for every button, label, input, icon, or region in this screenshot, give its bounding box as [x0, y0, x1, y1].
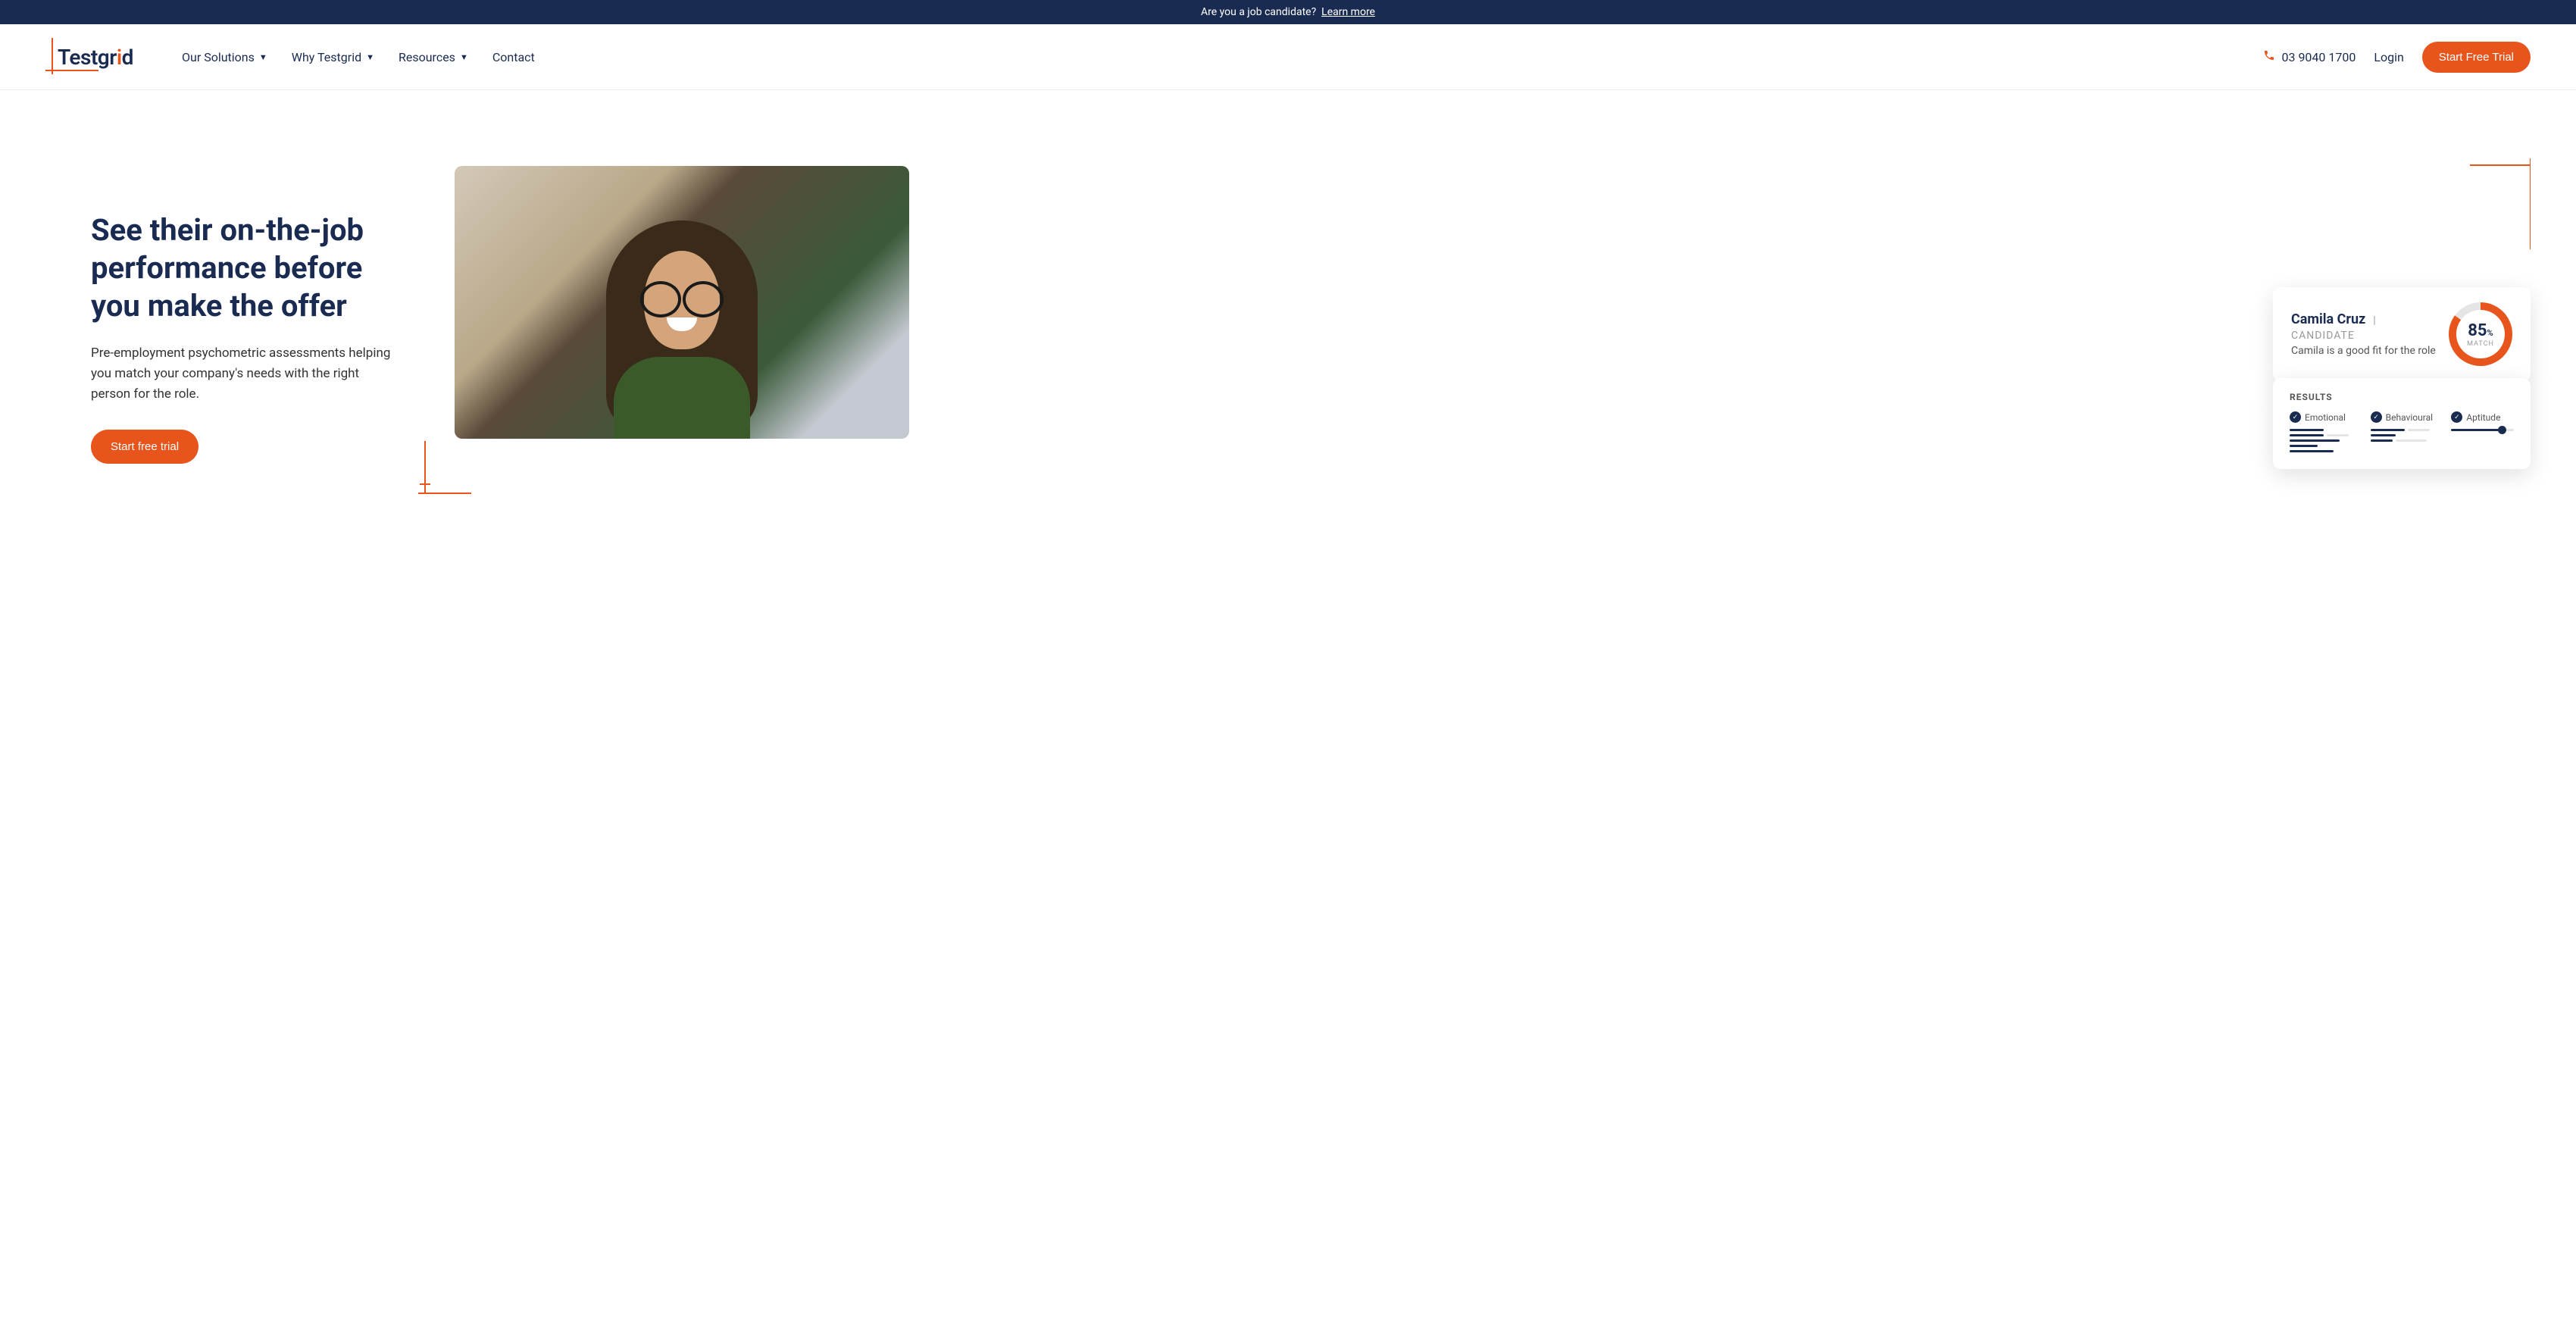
aptitude-slider: [2451, 429, 2514, 431]
nav-label: Why Testgrid: [292, 50, 361, 64]
candidate-info: Camila Cruz | CANDIDATE Camila is a good…: [2291, 311, 2437, 357]
phone-icon: [2263, 49, 2275, 64]
hero-visual: Camila Cruz | CANDIDATE Camila is a good…: [455, 166, 2485, 464]
hero-start-free-trial-button[interactable]: Start free trial: [91, 430, 199, 464]
nav-label: Contact: [492, 50, 535, 64]
chevron-down-icon: ▼: [259, 52, 267, 62]
results-card: RESULTS ✓ Emotional: [2273, 378, 2531, 469]
candidate-photo: [455, 166, 909, 439]
hero-title: See their on-the-job performance before …: [91, 211, 409, 325]
hero-content: See their on-the-job performance before …: [91, 166, 409, 464]
result-behavioural: ✓ Behavioural: [2371, 411, 2434, 455]
result-emotional: ✓ Emotional: [2290, 411, 2352, 455]
nav-resources[interactable]: Resources ▼: [399, 50, 468, 64]
nav-contact[interactable]: Contact: [492, 50, 535, 64]
nav-label: Resources: [399, 50, 455, 64]
result-label: Behavioural: [2386, 412, 2433, 423]
phone-number: 03 9040 1700: [2281, 50, 2356, 64]
nav-label: Our Solutions: [182, 50, 255, 64]
chevron-down-icon: ▼: [460, 52, 468, 62]
result-aptitude: ✓ Aptitude: [2451, 411, 2514, 455]
banner-text: Are you a job candidate?: [1201, 6, 1316, 18]
main-nav: Our Solutions ▼ Why Testgrid ▼ Resources…: [182, 50, 535, 64]
check-icon: ✓: [2371, 411, 2382, 423]
result-label: Emotional: [2305, 412, 2346, 423]
banner-link[interactable]: Learn more: [1321, 6, 1375, 18]
hero-section: See their on-the-job performance before …: [0, 90, 2576, 509]
top-banner: Are you a job candidate? Learn more: [0, 0, 2576, 24]
candidate-card: Camila Cruz | CANDIDATE Camila is a good…: [2273, 287, 2531, 381]
site-header: Testgrid Our Solutions ▼ Why Testgrid ▼ …: [0, 24, 2576, 90]
check-icon: ✓: [2290, 411, 2301, 423]
candidate-fit-text: Camila is a good fit for the role: [2291, 345, 2437, 357]
chevron-down-icon: ▼: [366, 52, 374, 62]
match-label: MATCH: [2467, 340, 2494, 348]
behavioural-bars: [2371, 429, 2434, 445]
check-icon: ✓: [2451, 411, 2462, 423]
nav-why-testgrid[interactable]: Why Testgrid ▼: [292, 50, 374, 64]
header-right: 03 9040 1700 Login Start Free Trial: [2263, 42, 2531, 73]
result-label: Aptitude: [2466, 412, 2500, 423]
match-percent: 85%: [2468, 321, 2493, 340]
candidate-name: Camila Cruz: [2291, 311, 2365, 327]
match-ring: 85% MATCH: [2449, 302, 2512, 366]
logo[interactable]: Testgrid: [45, 38, 152, 76]
phone-link[interactable]: 03 9040 1700: [2263, 49, 2356, 64]
login-link[interactable]: Login: [2374, 50, 2403, 64]
hero-subtitle: Pre-employment psychometric assessments …: [91, 343, 394, 405]
logo-text: Testgrid: [45, 45, 133, 70]
logo-mark-horizontal: [45, 70, 98, 71]
nav-our-solutions[interactable]: Our Solutions ▼: [182, 50, 267, 64]
results-title: RESULTS: [2290, 392, 2514, 402]
start-free-trial-button[interactable]: Start Free Trial: [2422, 42, 2531, 73]
emotional-bars: [2290, 429, 2352, 452]
